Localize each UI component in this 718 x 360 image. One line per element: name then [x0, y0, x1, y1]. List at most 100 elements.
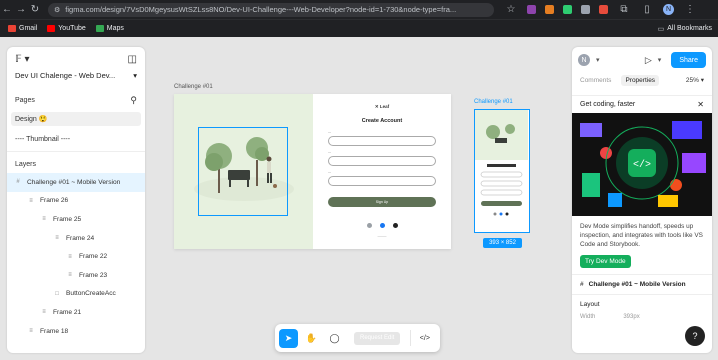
auto-layout-icon: ≡ [42, 309, 46, 316]
project-title[interactable]: Dev UI Chalenge - Web Dev... ▾ [7, 71, 145, 83]
layers-panel: 𝔽 ▾ ◫ Dev UI Chalenge - Web Dev... ▾ Pag… [7, 47, 145, 353]
bookmark-gmail[interactable]: Gmail [8, 25, 37, 32]
password-field [328, 176, 436, 186]
auto-layout-icon: ≡ [68, 272, 72, 279]
layer-row[interactable]: ≡ Frame 26 [7, 192, 145, 211]
layers-heading: Layers [15, 160, 37, 168]
properties-panel: N ▾ ▷ ▾ Share Comments Properties 25% ▾ … [572, 47, 712, 353]
auto-layout-icon: ≡ [29, 197, 33, 204]
maps-icon [95, 25, 104, 32]
mobile-preview [475, 110, 528, 216]
browser-toolbar: ← → ↻ ⚙ figma.com/design/7VsD0MgeysusWtS… [0, 0, 718, 19]
layer-row[interactable]: □ ButtonCreateAcc [7, 285, 145, 304]
layer-label: Frame 21 [53, 308, 82, 316]
facebook-icon [379, 223, 385, 228]
layer-label: Frame 25 [53, 215, 82, 223]
help-button[interactable]: ? [685, 326, 705, 346]
close-icon[interactable]: ✕ [697, 100, 704, 109]
bookmark-maps[interactable]: Maps [95, 25, 124, 32]
address-bar[interactable]: ⚙ figma.com/design/7VsD0MgeysusWtSZLss8N… [48, 2, 494, 17]
auto-layout-icon: ≡ [29, 328, 33, 335]
page-thumbnail[interactable]: ---- Thumbnail ---- [11, 132, 141, 146]
frame-icon: # [580, 281, 584, 288]
dev-mode-illustration: </> [572, 113, 712, 216]
layer-row[interactable]: ≡ Frame 24 [7, 229, 145, 248]
extension-icon[interactable] [545, 5, 554, 14]
frame-icon: # [16, 179, 20, 186]
layer-label: Frame 23 [79, 271, 108, 279]
toggle-sidebar-icon[interactable]: ◫ [128, 54, 137, 65]
gmail-icon [8, 25, 16, 32]
apple-icon [392, 223, 398, 228]
collaborator-avatar[interactable]: N [578, 54, 590, 66]
figma-menu-icon[interactable]: 𝔽 ▾ [15, 54, 30, 65]
tab-properties[interactable]: Properties [621, 74, 660, 86]
auto-layout-icon: ≡ [68, 253, 72, 260]
desktop-artboard[interactable]: ✕ Leaf Create Account — — — Sign Up ——— [174, 94, 451, 249]
layer-label: Frame 22 [79, 253, 108, 261]
bookmark-youtube[interactable]: YouTube [47, 25, 86, 32]
mobile-artboard[interactable] [474, 109, 530, 233]
selected-layer-row[interactable]: # Challenge #01 ~ Mobile Version [572, 274, 712, 294]
hand-tool-icon[interactable]: ✋ [302, 329, 321, 348]
layer-row[interactable]: ≡ Frame 18 [7, 322, 145, 341]
site-info-icon[interactable]: ⚙ [54, 6, 60, 14]
try-dev-mode-button[interactable]: Try Dev Mode [580, 255, 631, 268]
url-text: figma.com/design/7VsD0MgeysusWtSZLss8NO/… [65, 5, 457, 14]
size-badge: 393 × 852 [483, 238, 522, 248]
zoom-dropdown[interactable]: 25% ▾ [686, 76, 704, 84]
layer-label: Frame 26 [40, 197, 69, 205]
field-label: — [328, 170, 331, 174]
comment-tool-icon[interactable]: ◯ [325, 329, 344, 348]
page-design[interactable]: Design 😲 [11, 112, 141, 126]
layer-row[interactable]: ≡ Frame 25 [7, 210, 145, 229]
request-edit-button[interactable]: Request Edit [354, 331, 401, 345]
chevron-down-icon[interactable]: ▾ [596, 56, 600, 64]
layer-row[interactable]: ≡ Frame 22 [7, 247, 145, 266]
svg-text:</>: </> [633, 159, 651, 171]
layer-row[interactable]: ≡ Frame 23 [7, 266, 145, 285]
extensions-puzzle-icon[interactable]: ⧉ [617, 4, 631, 15]
signup-button: Sign Up [328, 197, 436, 207]
width-row: Width 393px [580, 314, 640, 320]
chevron-down-icon[interactable]: ▾ [658, 56, 662, 64]
play-icon[interactable]: ▷ [645, 55, 652, 66]
login-link: ——— [377, 234, 387, 238]
extension-icon[interactable] [527, 5, 536, 14]
image-selection-box[interactable] [198, 127, 288, 216]
promo-description: Dev Mode simplifies handoff, speeds up i… [580, 223, 703, 248]
extension-icon[interactable] [581, 5, 590, 14]
create-account-title: Create Account [361, 118, 403, 124]
brand-logo: ✕ Leaf [374, 104, 390, 109]
profile-avatar[interactable]: N [663, 4, 674, 15]
pages-heading: Pages [15, 97, 35, 104]
extension-icon[interactable] [563, 5, 572, 14]
side-panel-icon[interactable]: ▯ [640, 4, 654, 15]
layout-heading: Layout [572, 294, 712, 314]
frame-label-mobile[interactable]: Challenge #01 [474, 99, 513, 105]
all-bookmarks[interactable]: ▭ All Bookmarks [658, 25, 712, 33]
back-icon[interactable]: ← [0, 4, 14, 15]
layer-label: Frame 24 [66, 234, 95, 242]
search-icon[interactable]: ⚲ [130, 95, 137, 106]
reload-icon[interactable]: ↻ [28, 4, 42, 15]
browser-menu-icon[interactable]: ⋮ [683, 4, 697, 15]
get-coding-heading: Get coding, faster [580, 101, 636, 108]
dev-mode-promo-image: </> [572, 113, 712, 216]
field-label: — [328, 130, 331, 134]
extension-icon[interactable] [599, 5, 608, 14]
dev-mode-toggle-icon[interactable]: </> [415, 329, 434, 348]
bookmark-star-icon[interactable]: ☆ [504, 4, 518, 15]
layer-row[interactable]: ≡ Frame 21 [7, 303, 145, 322]
google-icon [366, 223, 372, 228]
move-tool-icon[interactable]: ➤ [279, 328, 298, 348]
frame-label-desktop[interactable]: Challenge #01 [174, 84, 213, 90]
layer-label: Frame 18 [40, 327, 69, 335]
share-button[interactable]: Share [671, 52, 706, 68]
forward-icon[interactable]: → [14, 4, 28, 15]
tab-comments[interactable]: Comments [580, 77, 611, 84]
bookmarks-bar: Gmail YouTube Maps ▭ All Bookmarks [0, 19, 718, 37]
component-icon: □ [55, 290, 59, 297]
name-field [328, 136, 436, 146]
layer-row[interactable]: # Challenge #01 ~ Mobile Version [7, 173, 145, 192]
